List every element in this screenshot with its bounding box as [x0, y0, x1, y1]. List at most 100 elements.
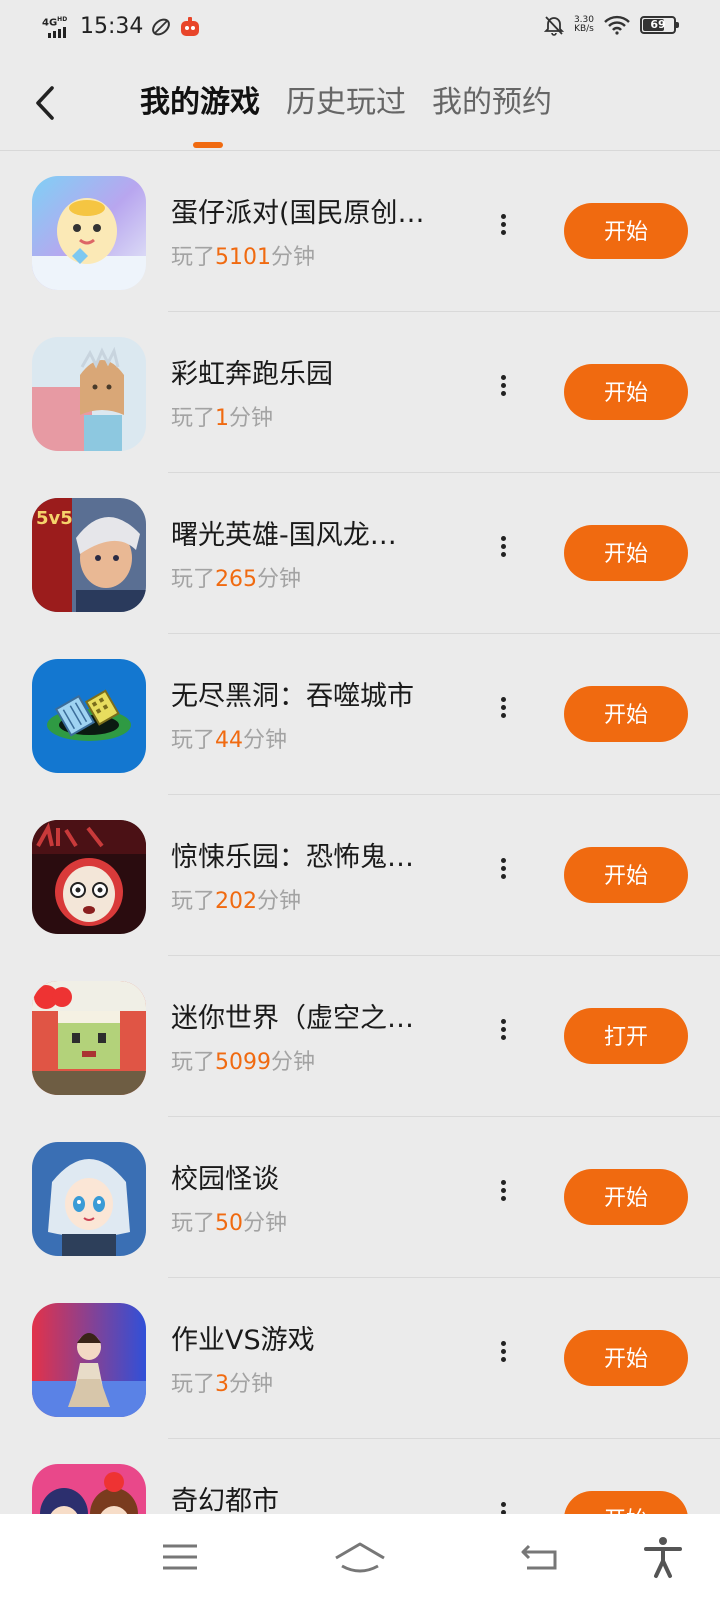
play-time: 玩了1分钟 [171, 400, 273, 432]
game-row[interactable]: 校园怪谈 玩了50分钟 开始 [0, 1117, 720, 1278]
game-title: 奇幻都市 [171, 1486, 279, 1517]
play-time-minutes: 202 [215, 889, 258, 914]
play-time-suffix: 分钟 [271, 1050, 316, 1075]
more-vertical-icon[interactable] [495, 211, 511, 251]
game-title: 作业VS游戏 [171, 1325, 315, 1356]
play-time-suffix: 分钟 [229, 1372, 274, 1397]
leaf-icon [152, 18, 171, 35]
eggy-party-icon[interactable] [32, 176, 146, 290]
start-button[interactable]: 开始 [564, 1169, 688, 1225]
menu-icon[interactable] [155, 1534, 205, 1580]
status-bar: 4GHD 15:34 3.30 KB/s 69 [0, 0, 720, 58]
play-time: 玩了5101分钟 [171, 239, 315, 271]
play-time-minutes: 3 [215, 1372, 230, 1397]
play-time-prefix: 玩了 [171, 1211, 216, 1236]
game-title: 蛋仔派对(国民原创… [171, 198, 425, 229]
start-button[interactable]: 开始 [564, 364, 688, 420]
play-time-suffix: 分钟 [257, 567, 302, 592]
more-vertical-icon[interactable] [495, 855, 511, 895]
home-icon[interactable] [330, 1534, 390, 1580]
speed-unit: KB/s [574, 24, 594, 34]
start-button[interactable]: 开始 [564, 525, 688, 581]
game-title: 校园怪谈 [171, 1164, 279, 1195]
tab-my-games[interactable]: 我的游戏 [140, 80, 260, 126]
game-row[interactable]: 蛋仔派对(国民原创… 玩了5101分钟 开始 [0, 151, 720, 312]
start-button[interactable]: 开始 [564, 1330, 688, 1386]
game-title: 彩虹奔跑乐园 [171, 359, 333, 390]
network-speed: 3.30 KB/s [574, 16, 594, 34]
game-title: 惊悚乐园：恐怖鬼… [171, 842, 414, 873]
play-time: 玩了265分钟 [171, 561, 301, 593]
play-time-suffix: 分钟 [257, 889, 302, 914]
more-vertical-icon[interactable] [495, 1177, 511, 1217]
clock: 15:34 [80, 14, 144, 39]
play-time-minutes: 5101 [215, 245, 272, 270]
play-time: 玩了5099分钟 [171, 1044, 315, 1076]
more-vertical-icon[interactable] [495, 1016, 511, 1056]
play-time-prefix: 玩了 [171, 889, 216, 914]
play-time: 玩了50分钟 [171, 1205, 287, 1237]
cellular-signal-icon: 4GHD [42, 15, 72, 39]
play-time-prefix: 玩了 [171, 1372, 216, 1397]
status-left: 4GHD 15:34 [42, 14, 201, 39]
play-time-minutes: 5099 [215, 1050, 272, 1075]
more-vertical-icon[interactable] [495, 1338, 511, 1378]
battery-level: 69 [650, 18, 666, 31]
more-vertical-icon[interactable] [495, 694, 511, 734]
more-vertical-icon[interactable] [495, 533, 511, 573]
play-time-minutes: 44 [215, 728, 244, 753]
top-header: 我的游戏 历史玩过 我的预约 [0, 58, 720, 151]
game-title: 曙光英雄-国风龙… [171, 520, 397, 551]
active-tab-indicator [193, 142, 223, 148]
game-list: 蛋仔派对(国民原创… 玩了5101分钟 开始 彩虹奔跑乐园 玩了1分钟 开始 5… [0, 151, 720, 1600]
homework-vs-game-icon[interactable] [32, 1303, 146, 1417]
play-time-minutes: 1 [215, 406, 230, 431]
start-button[interactable]: 开始 [564, 203, 688, 259]
play-time-prefix: 玩了 [171, 1050, 216, 1075]
game-title: 迷你世界（虚空之… [171, 1003, 414, 1034]
open-button[interactable]: 打开 [564, 1008, 688, 1064]
tab-bar: 我的游戏 历史玩过 我的预约 [140, 80, 552, 126]
start-button[interactable]: 开始 [564, 847, 688, 903]
svg-text:5v5: 5v5 [36, 508, 73, 529]
start-button[interactable]: 开始 [564, 686, 688, 742]
game-row[interactable]: 作业VS游戏 玩了3分钟 开始 [0, 1278, 720, 1439]
status-right: 3.30 KB/s 69 [543, 14, 679, 36]
return-icon[interactable] [515, 1534, 565, 1580]
game-row[interactable]: 彩虹奔跑乐园 玩了1分钟 开始 [0, 312, 720, 473]
mute-bell-icon [543, 16, 564, 36]
battery-icon: 69 [640, 16, 679, 34]
campus-tale-icon[interactable] [32, 1142, 146, 1256]
play-time-minutes: 265 [215, 567, 258, 592]
tab-history[interactable]: 历史玩过 [286, 80, 406, 126]
game-row[interactable]: 5v5 曙光英雄-国风龙… 玩了265分钟 开始 [0, 473, 720, 634]
game-title: 无尽黑洞：吞噬城市 [171, 681, 414, 712]
play-time: 玩了44分钟 [171, 722, 287, 754]
play-time-prefix: 玩了 [171, 728, 216, 753]
play-time-prefix: 玩了 [171, 245, 216, 270]
play-time: 玩了202分钟 [171, 883, 301, 915]
dawn-hero-icon[interactable]: 5v5 [32, 498, 146, 612]
accessibility-icon[interactable] [638, 1534, 688, 1580]
tab-reservations[interactable]: 我的预约 [432, 80, 552, 126]
play-time-suffix: 分钟 [271, 245, 316, 270]
rainbow-run-icon[interactable] [32, 337, 146, 451]
play-time: 玩了3分钟 [171, 1366, 273, 1398]
play-time-suffix: 分钟 [243, 1211, 288, 1236]
play-time-minutes: 50 [215, 1211, 244, 1236]
black-hole-icon[interactable] [32, 659, 146, 773]
wifi-icon [604, 15, 630, 35]
game-row[interactable]: 无尽黑洞：吞噬城市 玩了44分钟 开始 [0, 634, 720, 795]
mini-world-icon[interactable] [32, 981, 146, 1095]
system-navigation-bar [0, 1514, 720, 1600]
play-time-suffix: 分钟 [229, 406, 274, 431]
play-time-prefix: 玩了 [171, 567, 216, 592]
notification-app-icon [181, 16, 200, 36]
play-time-prefix: 玩了 [171, 406, 216, 431]
game-row[interactable]: 迷你世界（虚空之… 玩了5099分钟 打开 [0, 956, 720, 1117]
back-arrow-icon[interactable] [28, 80, 68, 126]
more-vertical-icon[interactable] [495, 372, 511, 412]
game-row[interactable]: 惊悚乐园：恐怖鬼… 玩了202分钟 开始 [0, 795, 720, 956]
play-time-suffix: 分钟 [243, 728, 288, 753]
horror-park-icon[interactable] [32, 820, 146, 934]
